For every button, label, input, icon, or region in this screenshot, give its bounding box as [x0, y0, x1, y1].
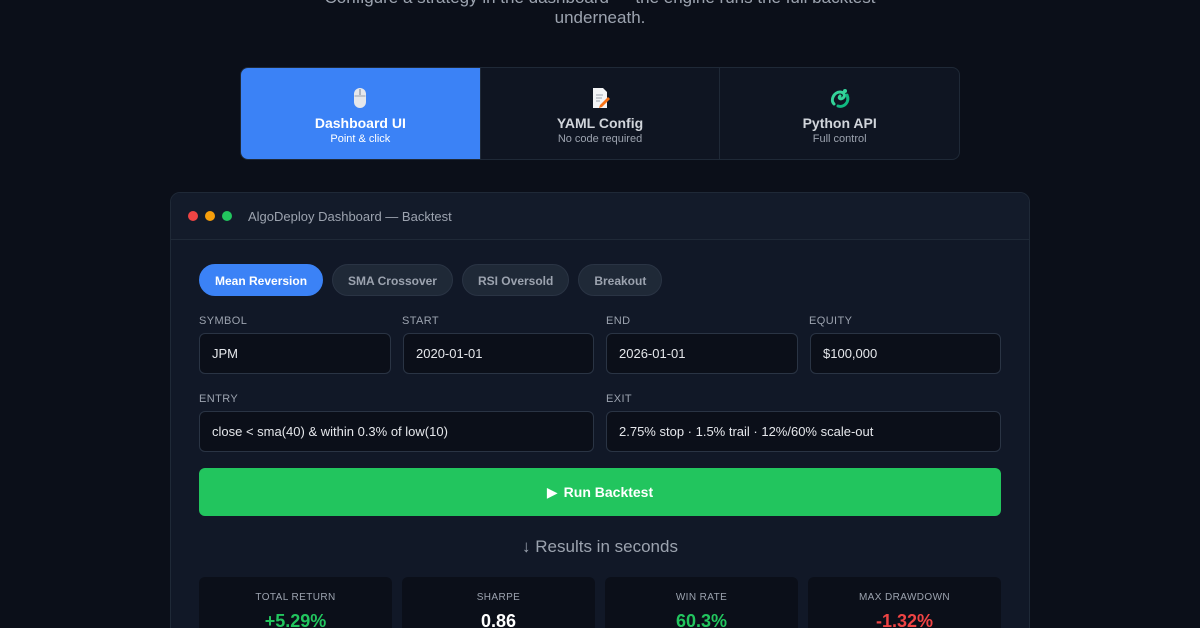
entry-input[interactable]: close < sma(40) & within 0.3% of low(10) — [199, 411, 594, 452]
mode-yaml-config[interactable]: YAML Config No code required — [481, 68, 721, 159]
symbol-label: SYMBOL — [199, 315, 248, 327]
tab-mean-reversion[interactable]: Mean Reversion — [199, 264, 324, 296]
intro-line-2: underneath. — [554, 8, 646, 27]
intro-text: Configure a strategy in the dashboard — … — [0, 0, 1200, 40]
mode-subtitle: Point & click — [330, 132, 391, 145]
metric-sharpe: SHARPE 0.86 — [402, 577, 595, 628]
tab-breakout[interactable]: Breakout — [578, 264, 663, 296]
close-window-dot[interactable] — [188, 211, 198, 221]
document-pencil-icon — [593, 87, 610, 108]
mode-dashboard-ui[interactable]: Dashboard UI Point & click — [241, 68, 481, 159]
run-backtest-label: Run Backtest — [563, 484, 654, 500]
run-backtest-button[interactable]: ▶ Run Backtest — [199, 468, 1001, 516]
metric-label: MAX DRAWDOWN — [858, 592, 951, 603]
start-date-input[interactable]: 2020-01-01 — [403, 333, 594, 374]
play-icon: ▶ — [546, 483, 558, 500]
metric-value: 60.3% — [675, 611, 728, 628]
metric-win-rate: WIN RATE 60.3% — [605, 577, 798, 628]
python-snake-icon — [830, 88, 849, 108]
metric-total-return: TOTAL RETURN +5.29% — [199, 577, 392, 628]
strategy-tabs: Mean Reversion SMA Crossover RSI Oversol… — [199, 264, 663, 296]
metric-max-drawdown: MAX DRAWDOWN -1.32% — [808, 577, 1001, 628]
mode-title: YAML Config — [556, 114, 644, 131]
end-label: END — [606, 315, 631, 327]
equity-input[interactable]: $100,000 — [810, 333, 1001, 374]
mode-title: Python API — [802, 114, 877, 131]
window-titlebar: AlgoDeploy Dashboard — Backtest — [171, 193, 1029, 240]
mode-subtitle: No code required — [557, 132, 643, 145]
tab-rsi-oversold[interactable]: RSI Oversold — [461, 264, 570, 296]
tab-sma-crossover[interactable]: SMA Crossover — [332, 264, 453, 296]
minimize-window-dot[interactable] — [205, 211, 215, 221]
metric-value: +5.29% — [264, 611, 327, 628]
entry-label: ENTRY — [199, 393, 239, 405]
metric-value: -1.32% — [875, 611, 934, 628]
start-label: START — [402, 315, 440, 327]
equity-label: EQUITY — [809, 315, 853, 327]
results-caption: ↓ Results in seconds — [522, 537, 678, 556]
mode-subtitle: Full control — [812, 132, 867, 145]
exit-input[interactable]: 2.75% stop · 1.5% trail · 12%/60% scale-… — [606, 411, 1001, 452]
end-date-input[interactable]: 2026-01-01 — [606, 333, 798, 374]
exit-label: EXIT — [606, 393, 633, 405]
mode-title: Dashboard UI — [314, 114, 406, 131]
symbol-input[interactable]: JPM — [199, 333, 391, 374]
metric-value: 0.86 — [480, 611, 517, 628]
window-title: AlgoDeploy Dashboard — Backtest — [248, 208, 452, 224]
mode-python-api[interactable]: Python API Full control — [720, 68, 959, 159]
dashboard-window: AlgoDeploy Dashboard — Backtest Mean Rev… — [170, 192, 1030, 628]
metric-label: TOTAL RETURN — [255, 592, 336, 603]
metric-label: WIN RATE — [675, 592, 728, 603]
maximize-window-dot[interactable] — [222, 211, 232, 221]
mode-selector: Dashboard UI Point & click YAML Config N… — [240, 67, 960, 160]
mouse-icon — [354, 87, 367, 108]
metric-label: SHARPE — [476, 592, 521, 603]
